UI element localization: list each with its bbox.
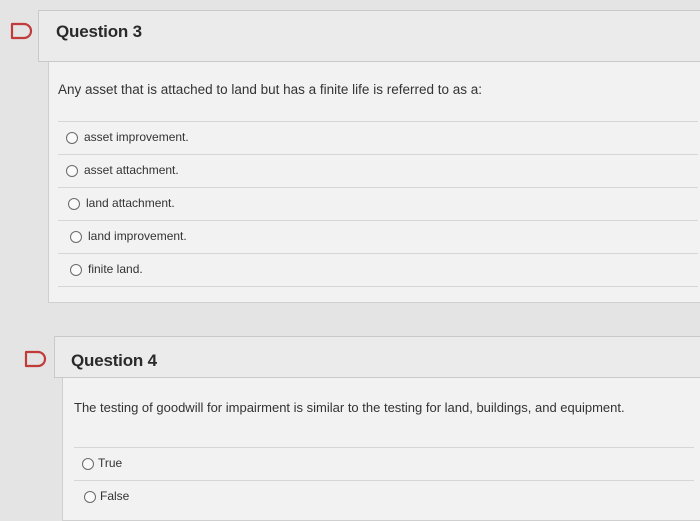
flag-icon[interactable] [10,22,34,40]
radio-button[interactable] [70,264,82,276]
answer-option[interactable]: False [74,480,694,513]
option-label: False [100,489,130,503]
question-text: Any asset that is attached to land but h… [58,82,482,97]
option-label: True [98,456,123,470]
answer-option[interactable]: asset attachment. [58,154,698,187]
answer-option[interactable]: land attachment. [58,187,698,220]
option-label: finite land. [88,262,143,276]
option-label: land improvement. [88,229,187,243]
question-title: Question 3 [56,22,142,41]
option-label: asset attachment. [84,163,179,177]
question-text: The testing of goodwill for impairment i… [74,400,625,415]
answer-option[interactable]: True [74,447,694,480]
answer-option[interactable]: asset improvement. [58,121,698,154]
radio-button[interactable] [66,132,78,144]
answer-option[interactable]: land improvement. [58,220,698,253]
radio-button[interactable] [68,198,80,210]
answer-option[interactable]: finite land. [58,253,698,287]
radio-button[interactable] [84,491,96,503]
option-label: asset improvement. [84,130,189,144]
radio-button[interactable] [82,458,94,470]
radio-button[interactable] [66,165,78,177]
question-title: Question 4 [71,351,157,370]
flag-icon[interactable] [24,350,48,368]
option-label: land attachment. [86,196,175,210]
radio-button[interactable] [70,231,82,243]
